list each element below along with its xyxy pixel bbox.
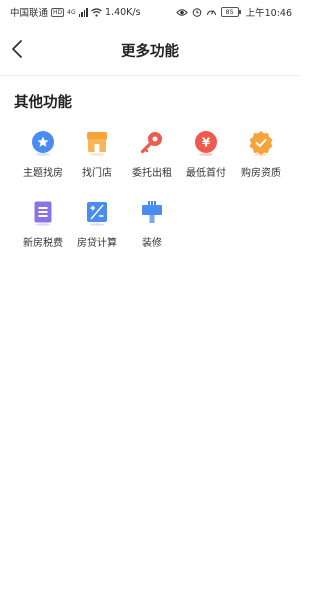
clock-time: 上午10:46 xyxy=(245,8,292,19)
feature-entrust-rent[interactable]: 委托出租 xyxy=(125,126,179,182)
speedometer-icon xyxy=(206,10,216,16)
hd-badge: HD xyxy=(51,7,65,17)
feature-lowest-down-payment[interactable]: ¥ 最低首付 xyxy=(179,126,233,182)
feature-theme-search[interactable]: 主题找房 xyxy=(16,126,70,182)
key-icon xyxy=(140,132,162,154)
page-title: 更多功能 xyxy=(121,44,179,60)
paint-roller-icon xyxy=(142,201,162,223)
feature-label: 房贷计算 xyxy=(77,238,117,249)
network-type: 4G xyxy=(67,8,76,16)
star-badge-icon xyxy=(32,131,54,156)
signal-icon xyxy=(78,7,88,17)
status-left: 中国联通 HD 4G 1.40K/s xyxy=(10,5,141,20)
feature-label: 新房税费 xyxy=(23,238,63,249)
feature-label: 购房资质 xyxy=(241,168,281,179)
feature-mortgage-calculator[interactable]: 房贷计算 xyxy=(70,196,124,252)
svg-text:¥: ¥ xyxy=(202,136,211,150)
verified-badge-icon xyxy=(249,131,273,156)
feature-label: 最低首付 xyxy=(186,168,226,179)
storefront-icon xyxy=(87,132,107,156)
feature-purchase-qualification[interactable]: 购房资质 xyxy=(234,126,288,182)
feature-find-store[interactable]: 找门店 xyxy=(70,126,124,182)
nav-bar: 更多功能 xyxy=(0,22,300,76)
battery-icon: 85 xyxy=(220,7,241,17)
receipt-icon xyxy=(34,201,52,226)
nav-divider xyxy=(0,75,300,76)
eye-icon xyxy=(175,8,188,16)
carrier-name: 中国联通 xyxy=(10,8,49,19)
yen-coin-icon: ¥ xyxy=(195,131,217,156)
feature-label: 装修 xyxy=(142,238,162,249)
status-right: 85 上午10:46 xyxy=(175,5,292,19)
feature-label: 委托出租 xyxy=(132,168,172,179)
wifi-icon xyxy=(91,7,102,17)
feature-label: 找门店 xyxy=(82,168,112,179)
calculator-icon xyxy=(87,202,107,226)
feature-new-house-tax[interactable]: 新房税费 xyxy=(16,196,70,252)
feature-label: 主题找房 xyxy=(23,168,63,179)
network-speed: 1.40K/s xyxy=(105,6,141,18)
status-bar: 中国联通 HD 4G 1.40K/s 85 上午10:46 xyxy=(0,0,300,22)
alarm-icon xyxy=(192,8,201,17)
section-title: 其他功能 xyxy=(14,95,72,111)
feature-decoration[interactable]: 装修 xyxy=(125,196,179,252)
